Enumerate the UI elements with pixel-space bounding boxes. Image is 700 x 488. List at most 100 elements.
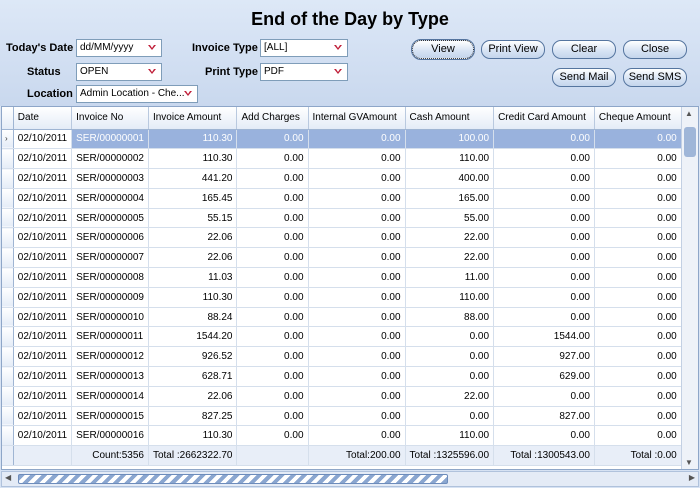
cell-credit-card[interactable]: 1544.00: [493, 326, 595, 348]
row-indicator[interactable]: [2, 168, 14, 189]
cell-invoice-no[interactable]: SER/00000012: [71, 346, 149, 368]
print-type-select[interactable]: PDF: [260, 63, 348, 81]
cell-invoice-amount[interactable]: 165.45: [148, 188, 238, 209]
cell-add-charges[interactable]: 0.00: [236, 366, 309, 387]
cell-internal-gv[interactable]: 0.00: [308, 425, 406, 447]
cell-invoice-amount[interactable]: 110.30: [148, 129, 238, 150]
table-row[interactable]: 02/10/2011 SER/00000009 110.30 0.00 0.00 110.…: [2, 287, 698, 308]
table-row[interactable]: › 02/10/2011 SER/00000001 110.30 0.00 0.00 100…: [2, 129, 698, 150]
horizontal-scroll-thumb[interactable]: [18, 474, 448, 484]
cell-invoice-amount[interactable]: 110.30: [148, 148, 238, 170]
print-view-button[interactable]: Print View: [481, 40, 545, 59]
close-button[interactable]: Close: [623, 40, 687, 59]
cell-cash[interactable]: 0.00: [405, 346, 495, 368]
cell-cash[interactable]: 110.00: [405, 148, 495, 170]
cell-invoice-no[interactable]: SER/00000014: [71, 386, 149, 407]
cell-invoice-amount[interactable]: 628.71: [148, 366, 238, 387]
cell-credit-card[interactable]: 0.00: [493, 129, 595, 150]
cell-internal-gv[interactable]: 0.00: [308, 129, 406, 150]
cell-add-charges[interactable]: 0.00: [236, 386, 309, 407]
cell-internal-gv[interactable]: 0.00: [308, 366, 406, 387]
cell-date[interactable]: 02/10/2011: [13, 267, 73, 288]
cell-internal-gv[interactable]: 0.00: [308, 287, 406, 308]
cell-internal-gv[interactable]: 0.00: [308, 227, 406, 249]
cell-invoice-no[interactable]: SER/00000016: [71, 425, 149, 447]
cell-internal-gv[interactable]: 0.00: [308, 326, 406, 348]
cell-date[interactable]: 02/10/2011: [13, 188, 73, 209]
cell-internal-gv[interactable]: 0.00: [308, 406, 406, 427]
row-indicator[interactable]: [2, 267, 14, 288]
dropdown-arrow-icon[interactable]: [182, 88, 194, 100]
dropdown-arrow-icon[interactable]: [332, 42, 344, 54]
scroll-down-icon[interactable]: ▼: [685, 458, 693, 467]
cell-cheque[interactable]: 0.00: [594, 148, 682, 170]
cell-add-charges[interactable]: 0.00: [236, 267, 309, 288]
cell-invoice-amount[interactable]: 22.06: [148, 227, 238, 249]
cell-cash[interactable]: 0.00: [405, 406, 495, 427]
table-row[interactable]: 02/10/2011 SER/00000004 165.45 0.00 0.00 165.…: [2, 188, 698, 209]
cell-cheque[interactable]: 0.00: [594, 247, 682, 269]
cell-cash[interactable]: 0.00: [405, 366, 495, 387]
col-credit-card-amount[interactable]: Credit Card Amount: [493, 107, 595, 130]
table-row[interactable]: 02/10/2011 SER/00000011 1544.20 0.00 0.00 0.0…: [2, 326, 698, 348]
cell-cash[interactable]: 110.00: [405, 425, 495, 447]
cell-invoice-no[interactable]: SER/00000010: [71, 307, 149, 328]
scroll-thumb[interactable]: [684, 127, 696, 157]
cell-date[interactable]: 02/10/2011: [13, 386, 73, 407]
cell-cash[interactable]: 55.00: [405, 208, 495, 229]
row-indicator[interactable]: [2, 287, 14, 308]
cell-date[interactable]: 02/10/2011: [13, 307, 73, 328]
row-indicator[interactable]: [2, 326, 14, 348]
cell-internal-gv[interactable]: 0.00: [308, 346, 406, 368]
cell-date[interactable]: 02/10/2011: [13, 406, 73, 427]
row-indicator[interactable]: [2, 188, 14, 209]
cell-cheque[interactable]: 0.00: [594, 168, 682, 189]
cell-add-charges[interactable]: 0.00: [236, 346, 309, 368]
cell-date[interactable]: 02/10/2011: [13, 425, 73, 447]
row-indicator[interactable]: [2, 406, 14, 427]
scroll-left-icon[interactable]: ◀: [5, 473, 11, 482]
cell-internal-gv[interactable]: 0.00: [308, 168, 406, 189]
cell-invoice-no[interactable]: SER/00000013: [71, 366, 149, 387]
table-row[interactable]: 02/10/2011 SER/00000010 88.24 0.00 0.00 88.00…: [2, 307, 698, 328]
cell-credit-card[interactable]: 0.00: [493, 227, 595, 249]
cell-credit-card[interactable]: 0.00: [493, 247, 595, 269]
cell-credit-card[interactable]: 629.00: [493, 366, 595, 387]
scroll-right-icon[interactable]: ▶: [689, 473, 695, 482]
cell-cash[interactable]: 100.00: [405, 129, 495, 150]
cell-cash[interactable]: 22.00: [405, 227, 495, 249]
cell-credit-card[interactable]: 927.00: [493, 346, 595, 368]
cell-internal-gv[interactable]: 0.00: [308, 208, 406, 229]
cell-cheque[interactable]: 0.00: [594, 208, 682, 229]
row-indicator[interactable]: [2, 227, 14, 249]
cell-cheque[interactable]: 0.00: [594, 386, 682, 407]
cell-invoice-amount[interactable]: 441.20: [148, 168, 238, 189]
cell-invoice-amount[interactable]: 55.15: [148, 208, 238, 229]
table-row[interactable]: 02/10/2011 SER/00000007 22.06 0.00 0.00 22.00…: [2, 247, 698, 269]
cell-cheque[interactable]: 0.00: [594, 188, 682, 209]
cell-invoice-amount[interactable]: 22.06: [148, 247, 238, 269]
cell-add-charges[interactable]: 0.00: [236, 188, 309, 209]
cell-internal-gv[interactable]: 0.00: [308, 386, 406, 407]
row-indicator[interactable]: [2, 366, 14, 387]
cell-internal-gv[interactable]: 0.00: [308, 247, 406, 269]
cell-cheque[interactable]: 0.00: [594, 346, 682, 368]
cell-invoice-no[interactable]: SER/00000001: [71, 129, 149, 150]
col-cheque-amount[interactable]: Cheque Amount: [594, 107, 682, 130]
row-indicator[interactable]: [2, 386, 14, 407]
send-mail-button[interactable]: Send Mail: [552, 68, 616, 87]
col-date[interactable]: Date: [13, 107, 73, 130]
col-cash-amount[interactable]: Cash Amount: [405, 107, 495, 130]
table-row[interactable]: 02/10/2011 SER/00000015 827.25 0.00 0.00 0.00…: [2, 406, 698, 427]
cell-add-charges[interactable]: 0.00: [236, 326, 309, 348]
cell-internal-gv[interactable]: 0.00: [308, 188, 406, 209]
cell-internal-gv[interactable]: 0.00: [308, 307, 406, 328]
cell-date[interactable]: 02/10/2011: [13, 148, 73, 170]
table-row[interactable]: 02/10/2011 SER/00000013 628.71 0.00 0.00 0.00…: [2, 366, 698, 387]
row-indicator[interactable]: [2, 346, 14, 368]
cell-cheque[interactable]: 0.00: [594, 129, 682, 150]
cell-credit-card[interactable]: 0.00: [493, 307, 595, 328]
cell-credit-card[interactable]: 0.00: [493, 267, 595, 288]
cell-cash[interactable]: 110.00: [405, 287, 495, 308]
col-internal-gv-amount[interactable]: Internal GVAmount: [308, 107, 406, 130]
